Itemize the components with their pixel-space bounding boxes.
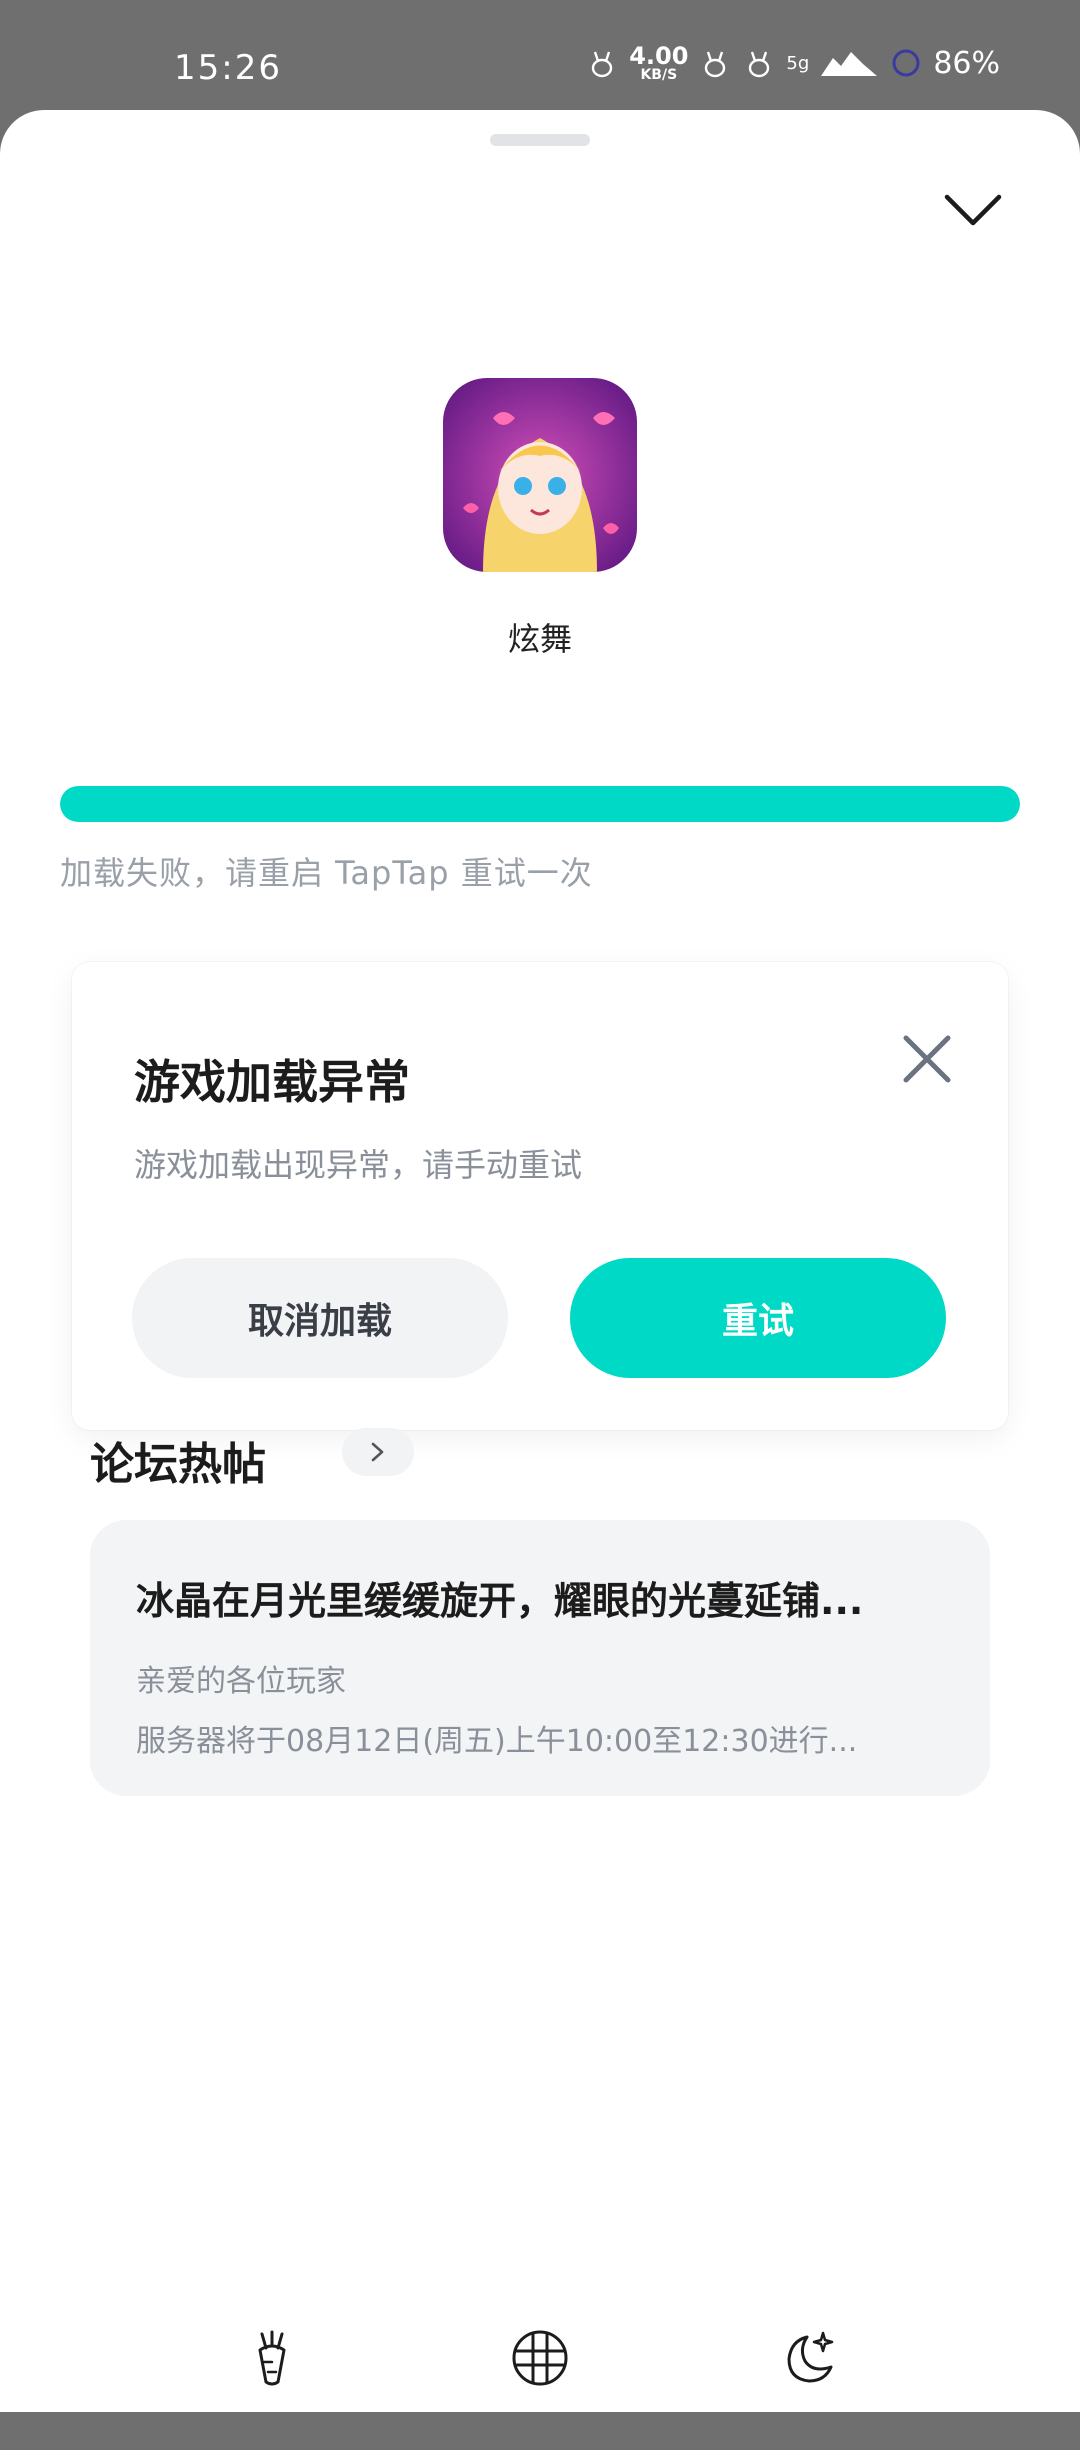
carrot-icon <box>258 2330 286 2386</box>
collapse-button[interactable] <box>938 184 1008 238</box>
bottom-sheet: 炫舞 加载失败，请重启 TapTap 重试一次 游戏加载异常 游戏加载出现异常，… <box>0 110 1080 2412</box>
dialog-message: 游戏加载出现异常，请手动重试 <box>134 1146 583 1184</box>
bottom-nav-bar <box>0 2310 1080 2450</box>
status-bar: 15:26 4.00 KB/S 5g 86% <box>0 0 1080 110</box>
forum-post-card[interactable]: 冰晶在月光里缓缓旋开，耀眼的光蔓延铺... 亲爱的各位玩家 服务器将于08月12… <box>90 1520 990 1796</box>
wifi-bunny-icon <box>742 46 776 80</box>
moon-star-icon <box>787 2331 834 2383</box>
progress-bar <box>60 786 1020 822</box>
post-excerpt-line: 服务器将于08月12日(周五)上午10:00至12:30进行... <box>136 1724 858 1759</box>
status-time: 15:26 <box>174 48 282 88</box>
battery-icon <box>889 46 923 80</box>
nav-recents-button[interactable] <box>768 2318 848 2398</box>
status-right: 4.00 KB/S 5g 86% <box>585 44 1000 82</box>
signal-icon <box>819 46 879 80</box>
forum-more-button[interactable] <box>342 1428 414 1476</box>
forum-section-title: 论坛热帖 <box>90 1439 266 1490</box>
battery-level: 86% <box>933 45 1000 81</box>
retry-button[interactable]: 重试 <box>570 1258 946 1378</box>
dialog-close-button[interactable] <box>892 1024 962 1094</box>
net-speed: 4.00 KB/S <box>629 42 689 83</box>
nav-home-button[interactable] <box>500 2318 580 2398</box>
chevron-right-icon <box>371 1442 384 1462</box>
nav-back-button[interactable] <box>232 2318 312 2398</box>
progress-fill <box>60 786 1020 822</box>
bunny-icon <box>585 46 619 80</box>
app-icon <box>443 378 637 572</box>
chevron-down-icon <box>944 194 1002 226</box>
bunny-icon <box>698 46 732 80</box>
app-name: 炫舞 <box>507 620 572 658</box>
sheet-drag-handle[interactable] <box>490 134 590 146</box>
close-icon <box>903 1035 951 1083</box>
signal-label: 5g <box>786 52 810 74</box>
grid-circle-icon <box>512 2330 568 2386</box>
error-dialog: 游戏加载异常 游戏加载出现异常，请手动重试 取消加载 重试 <box>72 962 1008 1430</box>
load-status-message: 加载失败，请重启 TapTap 重试一次 <box>60 854 593 892</box>
cancel-load-button[interactable]: 取消加载 <box>132 1258 508 1378</box>
post-title: 冰晶在月光里缓缓旋开，耀眼的光蔓延铺... <box>136 1579 864 1623</box>
post-excerpt-line: 亲爱的各位玩家 <box>136 1664 346 1699</box>
dialog-title: 游戏加载异常 <box>134 1055 410 1109</box>
